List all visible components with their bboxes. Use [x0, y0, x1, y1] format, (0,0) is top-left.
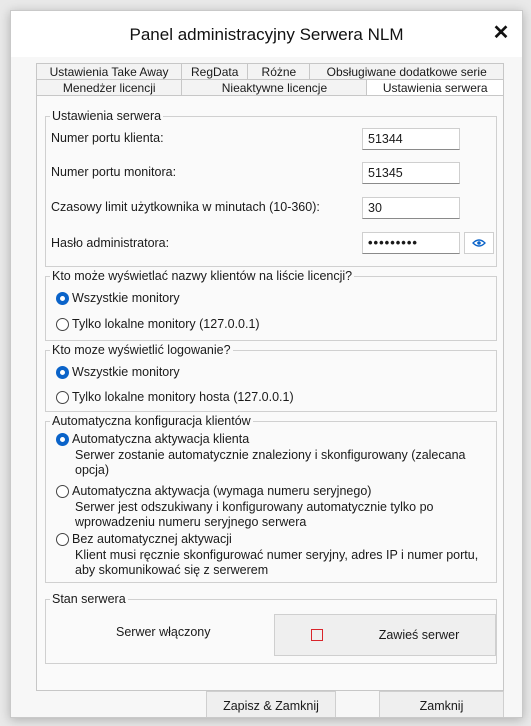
radio-label: Bez automatycznej aktywacji: [72, 532, 232, 546]
tab-menedzer-licencji[interactable]: Menedżer licencji: [36, 79, 183, 96]
radio-label: Tylko lokalne monitory hosta (127.0.0.1): [72, 390, 294, 404]
group-title: Ustawienia serwera: [50, 109, 164, 123]
tab-take-away[interactable]: Ustawienia Take Away: [36, 63, 183, 80]
radio-no-auto-activation[interactable]: Bez automatycznej aktywacji: [56, 532, 232, 546]
radio-unselected-icon: [56, 391, 69, 404]
server-state-group: Stan serwera Serwer włączony Zawieś serw…: [45, 592, 497, 664]
radio-unselected-icon: [56, 318, 69, 331]
close-button[interactable]: Zamknij: [379, 691, 504, 717]
radio-selected-icon: [56, 433, 69, 446]
server-status-text: Serwer włączony: [116, 625, 211, 639]
client-names-group: Kto może wyświetlać nazwy klientów na li…: [45, 269, 497, 341]
group-title: Kto może wyświetlać nazwy klientów na li…: [50, 269, 355, 283]
desc-line: Serwer zostanie automatycznie znaleziony…: [75, 448, 466, 462]
radio-unselected-icon: [56, 485, 69, 498]
radio-label: Automatyczna aktywacja (wymaga numeru se…: [72, 484, 372, 498]
radio-client-names-local[interactable]: Tylko lokalne monitory (127.0.0.1): [56, 317, 260, 331]
close-icon[interactable]: ✕: [488, 20, 514, 46]
desc-line: Klient musi ręcznie skonfigurować numer …: [75, 548, 479, 562]
timeout-input[interactable]: 30: [362, 197, 460, 219]
radio-client-names-all[interactable]: Wszystkie monitory: [56, 291, 180, 305]
group-title: Kto moze wyświetlić logowanie?: [50, 343, 233, 357]
tab-row-top: Ustawienia Take Away RegData Różne Obsłu…: [36, 63, 504, 80]
client-port-input[interactable]: 51344: [362, 128, 460, 150]
desc-line: Serwer jest odszukiwany i konfigurowany …: [75, 500, 434, 514]
tab-dodatkowe-serie[interactable]: Obsługiwane dodatkowe serie: [309, 63, 504, 80]
desc-line: wprowadzeniu numeru seryjnego serwera: [75, 515, 307, 529]
eye-icon[interactable]: [464, 232, 494, 254]
logging-group: Kto moze wyświetlić logowanie? Wszystkie…: [45, 343, 497, 412]
admin-password-input[interactable]: •••••••••: [362, 232, 460, 254]
title-bar: Panel administracyjny Serwera NLM ✕: [11, 11, 522, 57]
desc-line: opcja): [75, 463, 110, 477]
tab-ustawienia-serwera[interactable]: Ustawienia serwera: [366, 79, 504, 96]
radio-label: Automatyczna aktywacja klienta: [72, 432, 250, 446]
client-port-label: Numer portu klienta:: [51, 131, 164, 145]
suspend-server-button[interactable]: Zawieś serwer: [274, 614, 496, 656]
tab-nieaktywne-licencje[interactable]: Nieaktywne licencje: [181, 79, 368, 96]
group-title: Automatyczna konfiguracja klientów: [50, 414, 253, 428]
radio-unselected-icon: [56, 533, 69, 546]
tab-rozne[interactable]: Różne: [247, 63, 311, 80]
radio-auto-activation-serial[interactable]: Automatyczna aktywacja (wymaga numeru se…: [56, 484, 371, 498]
stop-square-icon: [310, 629, 323, 641]
tab-regdata[interactable]: RegData: [181, 63, 249, 80]
eye-icon-graphic: [472, 239, 486, 247]
radio-logging-all[interactable]: Wszystkie monitory: [56, 365, 180, 379]
desc-line: aby skomunikować się z serwerem: [75, 563, 269, 577]
radio-auto-activation[interactable]: Automatyczna aktywacja klienta: [56, 432, 249, 446]
option-description: Klient musi ręcznie skonfigurować numer …: [75, 548, 478, 578]
monitor-port-label: Numer portu monitora:: [51, 165, 177, 179]
radio-logging-local[interactable]: Tylko lokalne monitory hosta (127.0.0.1): [56, 390, 294, 404]
option-description: Serwer jest odszukiwany i konfigurowany …: [75, 500, 434, 530]
tab-row-bottom: Menedżer licencji Nieaktywne licencje Us…: [36, 79, 504, 96]
monitor-port-input[interactable]: 51345: [362, 162, 460, 184]
suspend-server-label: Zawieś serwer: [378, 628, 460, 642]
auto-config-group: Automatyczna konfiguracja klientów Autom…: [45, 414, 497, 583]
group-title: Stan serwera: [50, 592, 128, 606]
radio-label: Tylko lokalne monitory (127.0.0.1): [72, 317, 260, 331]
radio-label: Wszystkie monitory: [72, 291, 180, 305]
option-description: Serwer zostanie automatycznie znaleziony…: [75, 448, 465, 478]
save-and-close-button[interactable]: Zapisz & Zamknij: [206, 691, 336, 717]
window-title: Panel administracyjny Serwera NLM: [129, 25, 404, 44]
timeout-label: Czasowy limit użytkownika w minutach (10…: [51, 200, 320, 214]
radio-selected-icon: [56, 366, 69, 379]
admin-password-label: Hasło administratora:: [51, 236, 170, 250]
tab-content-panel: Ustawienia serwera Numer portu klienta: …: [36, 95, 504, 691]
server-settings-group: Ustawienia serwera Numer portu klienta: …: [45, 109, 497, 267]
radio-label: Wszystkie monitory: [72, 365, 180, 379]
admin-panel-window: Panel administracyjny Serwera NLM ✕ Usta…: [10, 10, 523, 718]
radio-selected-icon: [56, 292, 69, 305]
